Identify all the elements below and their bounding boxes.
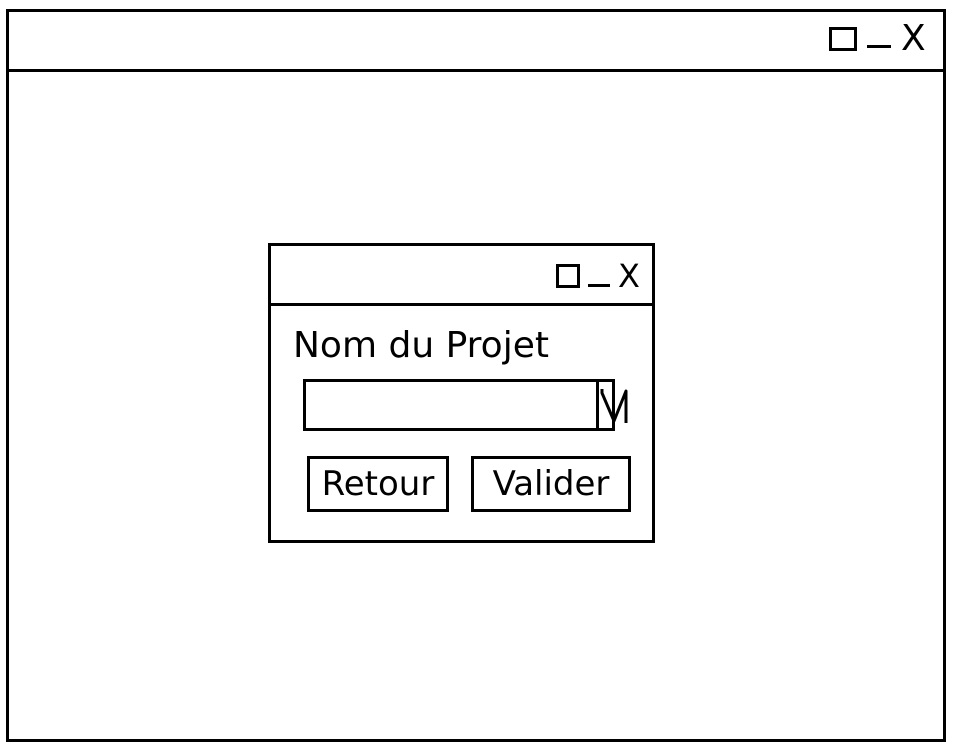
minimize-icon[interactable] [867, 44, 891, 48]
close-icon[interactable]: X [901, 21, 926, 57]
dialog-minimize-icon[interactable] [588, 283, 610, 287]
dialog-titlebar: X [271, 246, 652, 306]
maximize-icon[interactable] [829, 27, 857, 51]
main-window-controls: X [829, 21, 926, 57]
dialog-maximize-icon[interactable] [556, 264, 580, 288]
validate-button[interactable]: Valider [471, 456, 631, 512]
chevron-down-icon[interactable] [596, 382, 629, 428]
main-titlebar: X [9, 12, 943, 72]
dialog-window-controls: X [556, 260, 640, 292]
back-button[interactable]: Retour [307, 456, 449, 512]
project-name-label: Nom du Projet [293, 325, 549, 366]
new-project-dialog: X Nom du Projet Retour Valider [268, 243, 655, 543]
project-name-input[interactable] [306, 382, 596, 428]
dialog-close-icon[interactable]: X [618, 260, 640, 292]
project-name-combobox[interactable] [303, 379, 628, 431]
